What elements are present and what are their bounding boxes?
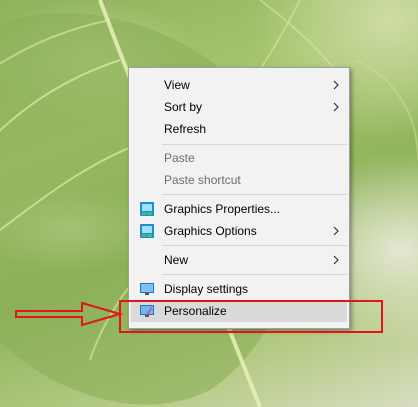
display-icon <box>140 283 154 295</box>
menu-item-paste: Paste <box>131 147 347 169</box>
menu-item-display-settings[interactable]: Display settings <box>131 278 347 300</box>
chevron-right-icon <box>333 80 339 90</box>
menu-item-paste-shortcut: Paste shortcut <box>131 169 347 191</box>
menu-item-label: Graphics Options <box>164 224 257 238</box>
chevron-right-icon <box>333 255 339 265</box>
menu-separator <box>162 144 347 145</box>
arrow-annotation-icon <box>15 301 124 327</box>
menu-item-view[interactable]: View <box>131 74 347 96</box>
menu-item-graphics-options[interactable]: Graphics Options <box>131 220 347 242</box>
intel-graphics-icon <box>140 224 154 238</box>
menu-item-label: New <box>164 253 189 267</box>
intel-graphics-icon <box>140 202 154 216</box>
menu-item-label: Display settings <box>164 282 249 296</box>
menu-item-new[interactable]: New <box>131 249 347 271</box>
menu-item-label: Paste <box>164 151 195 165</box>
menu-item-graphics-properties[interactable]: Graphics Properties... <box>131 198 347 220</box>
menu-item-refresh[interactable]: Refresh <box>131 118 347 140</box>
menu-item-label: Graphics Properties... <box>164 202 281 216</box>
menu-item-label: Refresh <box>164 122 207 136</box>
menu-item-label: Paste shortcut <box>164 173 241 187</box>
menu-item-label: View <box>164 78 190 92</box>
menu-separator <box>162 194 347 195</box>
menu-item-sort-by[interactable]: Sort by <box>131 96 347 118</box>
menu-separator <box>162 245 347 246</box>
chevron-right-icon <box>333 102 339 112</box>
chevron-right-icon <box>333 226 339 236</box>
menu-separator <box>162 274 347 275</box>
highlight-box <box>119 300 383 333</box>
desktop-context-menu: View Sort by Refresh Paste Paste shortcu… <box>128 67 350 329</box>
menu-item-label: Sort by <box>164 100 203 114</box>
